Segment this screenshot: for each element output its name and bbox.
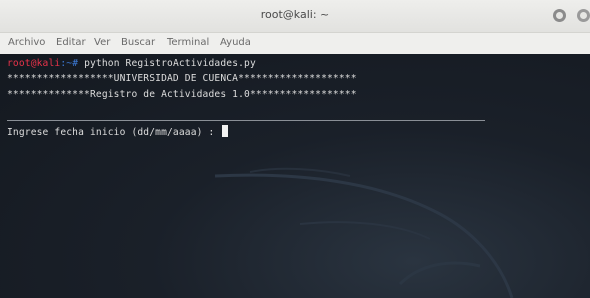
terminal-area[interactable]: root@kali:~# python RegistroActividades.…	[0, 54, 590, 298]
command-text: python RegistroActividades.py	[84, 58, 256, 69]
minimize-button[interactable]	[553, 9, 566, 22]
terminal-window: root@kali: ~ Archivo Editar Ver Buscar T…	[0, 0, 590, 298]
command-line: root@kali:~# python RegistroActividades.…	[7, 58, 256, 69]
title-bar[interactable]: root@kali: ~	[0, 0, 590, 33]
menu-terminal[interactable]: Terminal	[167, 37, 209, 48]
text-cursor	[222, 125, 229, 137]
window-title: root@kali: ~	[260, 8, 330, 21]
menu-buscar[interactable]: Buscar	[121, 37, 155, 48]
menu-editar[interactable]: Editar	[56, 37, 86, 48]
close-button[interactable]	[577, 9, 590, 22]
prompt-user: root@kali	[7, 58, 61, 69]
menu-archivo[interactable]: Archivo	[8, 37, 45, 48]
menu-bar: Archivo Editar Ver Buscar Terminal Ayuda	[0, 33, 590, 54]
input-line: Ingrese fecha inicio (dd/mm/aaaa) :	[7, 125, 229, 138]
university-banner: ******************UNIVERSIDAD DE CUENCA*…	[7, 73, 357, 84]
input-prompt: Ingrese fecha inicio (dd/mm/aaaa) :	[7, 127, 221, 138]
registro-banner: **************Registro de Actividades 1.…	[7, 89, 357, 100]
menu-ayuda[interactable]: Ayuda	[220, 37, 251, 48]
menu-ver[interactable]: Ver	[94, 37, 110, 48]
separator-line	[7, 120, 485, 121]
prompt-path: :~#	[60, 58, 85, 69]
